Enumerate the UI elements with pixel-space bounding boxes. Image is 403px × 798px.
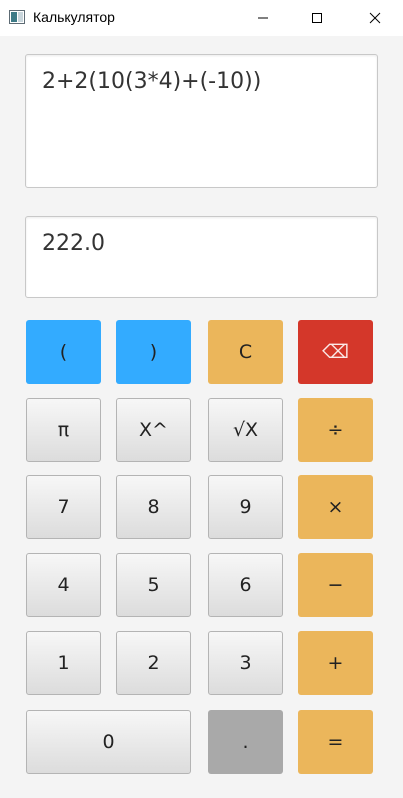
digit-5-button[interactable]: 5 (116, 553, 191, 617)
maximize-button[interactable] (294, 0, 340, 36)
backspace-button[interactable]: ⌫ (298, 320, 373, 384)
close-paren-button[interactable]: ) (116, 320, 191, 384)
digit-2-button[interactable]: 2 (116, 631, 191, 695)
digit-9-button[interactable]: 9 (208, 475, 283, 539)
power-button[interactable]: X^ (116, 398, 191, 462)
minimize-icon (258, 17, 268, 19)
equals-button[interactable]: = (298, 710, 373, 774)
result-display[interactable]: 222.0 (25, 216, 378, 298)
digit-3-button[interactable]: 3 (208, 631, 283, 695)
pi-button[interactable]: π (26, 398, 101, 462)
title-bar: Калькулятор (0, 0, 403, 36)
multiply-button[interactable]: × (298, 475, 373, 539)
digit-4-button[interactable]: 4 (26, 553, 101, 617)
clear-button[interactable]: C (208, 320, 283, 384)
digit-8-button[interactable]: 8 (116, 475, 191, 539)
backspace-icon: ⌫ (322, 341, 349, 363)
minimize-button[interactable] (240, 0, 286, 36)
digit-7-button[interactable]: 7 (26, 475, 101, 539)
sqrt-button[interactable]: √X (208, 398, 283, 462)
maximize-icon (312, 13, 322, 23)
app-icon (9, 10, 25, 24)
digit-1-button[interactable]: 1 (26, 631, 101, 695)
close-button[interactable] (352, 0, 398, 36)
window-title: Калькулятор (33, 9, 115, 25)
digit-6-button[interactable]: 6 (208, 553, 283, 617)
minus-button[interactable]: − (298, 553, 373, 617)
close-icon (369, 12, 381, 24)
plus-button[interactable]: + (298, 631, 373, 695)
expression-display[interactable]: 2+2(10(3*4)+(-10)) (25, 54, 378, 188)
divide-button[interactable]: ÷ (298, 398, 373, 462)
open-paren-button[interactable]: ( (26, 320, 101, 384)
digit-0-button[interactable]: 0 (26, 710, 191, 774)
decimal-point-button[interactable]: . (208, 710, 283, 774)
